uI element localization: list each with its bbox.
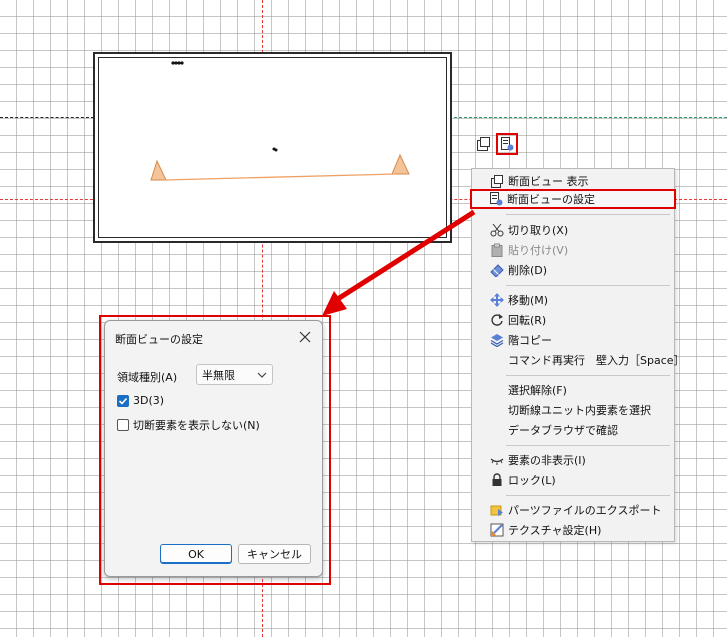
checkbox-hide-cut-elements-box[interactable] [117,419,129,431]
menu-item-label: 断面ビュー 表示 [508,175,589,188]
context-menu: 断面ビュー 表示 断面ビューの設定 切り取り(X) 貼り付け(V) 削除(D) … [470,168,685,542]
menu-separator [506,445,670,446]
area-type-value: 半無限 [202,368,235,382]
menu-item-rotate[interactable]: 回転(R) [473,310,673,330]
section-view-settings-icon [501,137,514,151]
checkbox-3d[interactable]: 3D(3) [117,394,164,407]
menu-item-section-view-show[interactable]: 断面ビュー 表示 [473,171,673,191]
menu-item-lock[interactable]: ロック(L) [473,470,673,490]
checkbox-hide-cut-elements[interactable]: 切断要素を表示しない(N) [117,417,260,433]
menu-item-cut[interactable]: 切り取り(X) [473,220,673,240]
close-button[interactable] [296,328,314,346]
menu-item-label: 貼り付け(V) [508,244,569,257]
eraser-icon [488,261,506,279]
menu-item-label: 要素の非表示(I) [508,454,586,467]
section-view-settings-icon [487,190,505,208]
menu-item-label: 選択解除(F) [508,384,567,397]
menu-item-data-browser[interactable]: データブラウザで確認 [473,420,673,440]
checkbox-3d-label: 3D(3) [133,394,165,407]
checkbox-hide-cut-elements-label: 切断要素を表示しない(N) [133,419,260,432]
close-icon [299,331,311,343]
check-icon [118,397,128,405]
section-view-settings-dialog: 断面ビューの設定 領域種別(A) 半無限 3D(3) 切断要素を表示しない(N)… [104,320,323,577]
left-ground-marker [150,159,167,181]
menu-item-label: 階コピー [508,334,552,347]
ground-line [164,173,396,181]
section-view-show-button[interactable] [472,133,494,155]
center-marker [272,147,278,152]
menu-separator [506,375,670,376]
menu-item-label: 削除(D) [508,264,548,277]
menu-item-delete[interactable]: 削除(D) [473,260,673,280]
cancel-button[interactable]: キャンセル [238,544,311,564]
menu-item-floor-copy[interactable]: 階コピー [473,330,673,350]
menu-item-deselect[interactable]: 選択解除(F) [473,380,673,400]
menu-separator [506,285,670,286]
menu-item-texture-settings[interactable]: テクスチャ設定(H) [473,520,673,540]
rotate-icon [488,311,506,329]
menu-item-label: パーツファイルのエクスポート [508,504,662,517]
right-ground-marker [391,153,410,175]
marker-dots [171,61,184,65]
menu-item-hide-element[interactable]: 要素の非表示(I) [473,450,673,470]
menu-item-export-parts[interactable]: パーツファイルのエクスポート [473,500,673,520]
menu-item-label: データブラウザで確認 [508,424,618,437]
menu-item-label: 回転(R) [508,314,547,327]
menu-item-label: テクスチャ設定(H) [508,524,602,537]
chevron-down-icon [257,372,267,378]
menu-separator [506,495,670,496]
texture-icon [488,521,506,539]
menu-item-repeat-command[interactable]: コマンド再実行 壁入力［Space］ [473,350,685,370]
section-view-frame[interactable] [93,52,452,243]
menu-item-section-view-settings[interactable]: 断面ビューの設定 [470,189,676,209]
export-icon [488,501,506,519]
menu-item-paste[interactable]: 貼り付け(V) [473,240,673,260]
menu-item-select-in-unit[interactable]: 切断線ユニット内要素を選択 [473,400,673,420]
menu-item-label: 移動(M) [508,294,549,307]
menu-item-label: 断面ビューの設定 [507,193,595,206]
cutting-line-black [0,117,94,118]
menu-item-label: 切断線ユニット内要素を選択 [508,404,651,417]
section-view-drawing [150,61,410,181]
checkbox-3d-box[interactable] [117,394,129,407]
section-view-show-icon [477,137,490,151]
menu-item-label: 切り取り(X) [508,224,569,237]
eye-closed-icon [488,451,506,469]
menu-item-label: コマンド再実行 壁入力［Space］ [508,354,685,367]
ok-button[interactable]: OK [160,544,232,564]
layers-icon [488,331,506,349]
move-icon [488,291,506,309]
area-type-select[interactable]: 半無限 [196,364,273,385]
menu-separator [506,214,670,215]
section-view-show-icon [488,172,506,190]
dialog-title: 断面ビューの設定 [115,333,203,346]
clipboard-icon [488,241,506,259]
menu-item-move[interactable]: 移動(M) [473,290,673,310]
area-type-label: 領域種別(A) [117,371,178,384]
section-view-settings-button[interactable] [496,133,518,155]
scissors-icon [488,221,506,239]
lock-icon [488,471,506,489]
menu-item-label: ロック(L) [508,474,556,487]
